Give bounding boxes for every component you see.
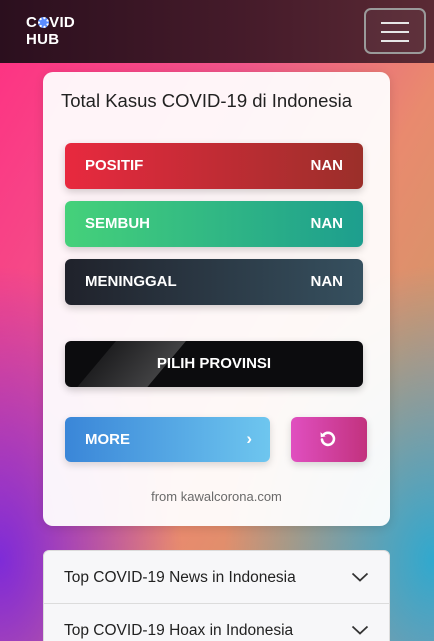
more-button[interactable]: MORE › bbox=[65, 417, 270, 462]
accordion-hoax[interactable]: Top COVID-19 Hoax in Indonesia bbox=[43, 603, 390, 641]
stat-meninggal: MENINGGAL NAN bbox=[65, 259, 363, 305]
more-button-label: MORE bbox=[85, 431, 130, 448]
virus-icon bbox=[37, 17, 49, 28]
brand-line-2: HUB bbox=[26, 31, 60, 48]
data-source-text: from kawalcorona.com bbox=[151, 489, 282, 504]
hamburger-icon bbox=[381, 22, 409, 24]
brand-letter-c: C bbox=[26, 14, 38, 31]
stat-label: MENINGGAL bbox=[85, 273, 177, 290]
stat-value: NAN bbox=[310, 273, 344, 290]
accordion-news[interactable]: Top COVID-19 News in Indonesia bbox=[43, 550, 390, 604]
stat-value: NAN bbox=[310, 157, 344, 174]
stat-value: NAN bbox=[310, 215, 344, 232]
chevron-right-icon: › bbox=[246, 429, 252, 448]
card-title: Total Kasus COVID-19 di Indonesia bbox=[61, 90, 353, 111]
covid-stats-card: Total Kasus COVID-19 di Indonesia POSITI… bbox=[43, 72, 390, 526]
stat-positif: POSITIF NAN bbox=[65, 143, 363, 189]
accordion-hoax-label: Top COVID-19 Hoax in Indonesia bbox=[64, 622, 294, 639]
chevron-down-icon bbox=[351, 625, 369, 635]
stat-label: POSITIF bbox=[85, 157, 144, 174]
navbar: C VID HUB bbox=[0, 0, 434, 63]
brand-line-1: C VID bbox=[26, 14, 75, 31]
stat-label: SEMBUH bbox=[85, 215, 151, 232]
chevron-down-icon bbox=[351, 572, 369, 582]
brand-logo[interactable]: C VID HUB bbox=[26, 14, 75, 48]
menu-toggle-button[interactable] bbox=[364, 8, 426, 54]
hamburger-icon bbox=[381, 40, 409, 42]
select-province-button[interactable]: PILIH PROVINSI bbox=[65, 341, 363, 387]
accordion-news-label: Top COVID-19 News in Indonesia bbox=[64, 569, 296, 586]
refresh-icon bbox=[320, 431, 336, 447]
hamburger-icon bbox=[381, 31, 409, 33]
brand-letters-vid: VID bbox=[49, 14, 76, 31]
select-province-label: PILIH PROVINSI bbox=[156, 355, 272, 372]
refresh-button[interactable] bbox=[291, 417, 367, 462]
stat-sembuh: SEMBUH NAN bbox=[65, 201, 363, 247]
